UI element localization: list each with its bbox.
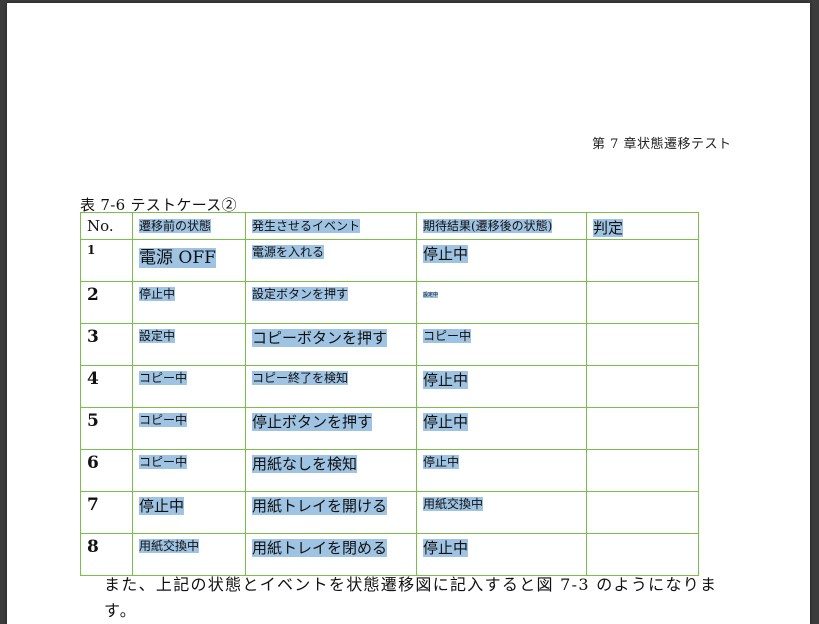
test-case-table: No. 遷移前の状態 発生させるイベント 期待結果(遷移後の状態) 判定 1 電… xyxy=(80,212,699,576)
cell-no: 3 xyxy=(80,323,133,366)
cell-judge xyxy=(586,323,699,366)
cell-judge xyxy=(586,491,699,534)
cell-before-state: 設定中 xyxy=(132,323,246,366)
cell-no: 5 xyxy=(80,407,133,450)
cell-no: 7 xyxy=(80,491,133,534)
header-expected: 期待結果(遷移後の状態) xyxy=(416,212,587,240)
cell-judge xyxy=(586,239,699,282)
table-row: 2 停止中 設定ボタンを押す 設定中 xyxy=(80,281,699,324)
table-row: 3 設定中 コピーボタンを押す コピー中 xyxy=(80,323,699,366)
cell-no: 8 xyxy=(80,533,133,576)
cell-before-state: 停止中 xyxy=(132,491,246,534)
cell-judge xyxy=(586,449,699,492)
cell-expected: 設定中 xyxy=(416,281,587,324)
cell-before-state: 停止中 xyxy=(132,281,246,324)
table-row: 8 用紙交換中 用紙トレイを閉める 停止中 xyxy=(80,533,699,576)
cell-event: 停止ボタンを押す xyxy=(245,407,417,450)
running-header: 第 7 章状態遷移テスト xyxy=(592,137,732,152)
cell-expected: 停止中 xyxy=(416,365,587,408)
document-page: 第 7 章状態遷移テスト 表 7-6 テストケース② No. 遷移前の状態 発生… xyxy=(7,3,810,624)
cell-before-state: 電源 OFF xyxy=(132,239,246,282)
table-row: 4 コピー中 コピー終了を検知 停止中 xyxy=(80,365,699,408)
cell-no: 4 xyxy=(80,365,133,408)
cell-expected: 停止中 xyxy=(416,407,587,450)
cell-expected: 停止中 xyxy=(416,449,587,492)
cell-judge xyxy=(586,281,699,324)
header-judge: 判定 xyxy=(586,212,699,240)
cell-event: 電源を入れる xyxy=(245,239,417,282)
cell-event: 用紙トレイを開ける xyxy=(245,491,417,534)
header-event: 発生させるイベント xyxy=(245,212,417,240)
cell-no: 2 xyxy=(80,281,133,324)
cell-before-state: 用紙交換中 xyxy=(132,533,246,576)
cell-event: 用紙なしを検知 xyxy=(245,449,417,492)
cell-event: 用紙トレイを閉める xyxy=(245,533,417,576)
cell-expected: 用紙交換中 xyxy=(416,491,587,534)
cell-expected: 停止中 xyxy=(416,533,587,576)
cell-event: コピーボタンを押す xyxy=(245,323,417,366)
cell-before-state: コピー中 xyxy=(132,365,246,408)
table-row: 7 停止中 用紙トレイを開ける 用紙交換中 xyxy=(80,491,699,534)
table-row: 5 コピー中 停止ボタンを押す 停止中 xyxy=(80,407,699,450)
cell-before-state: コピー中 xyxy=(132,449,246,492)
cell-no: 6 xyxy=(80,449,133,492)
table-header-row: No. 遷移前の状態 発生させるイベント 期待結果(遷移後の状態) 判定 xyxy=(80,212,699,240)
cell-no: 1 xyxy=(80,239,133,282)
body-paragraph: また、上記の状態とイベントを状態遷移図に記入すると図 7-3 のようになります。 xyxy=(104,575,718,620)
cell-expected: 停止中 xyxy=(416,239,587,282)
cell-before-state: コピー中 xyxy=(132,407,246,450)
table-row: 1 電源 OFF 電源を入れる 停止中 xyxy=(80,239,699,282)
cell-event: コピー終了を検知 xyxy=(245,365,417,408)
cell-judge xyxy=(586,365,699,408)
table-row: 6 コピー中 用紙なしを検知 停止中 xyxy=(80,449,699,492)
header-no: No. xyxy=(80,212,133,240)
cell-judge xyxy=(586,407,699,450)
header-before-state: 遷移前の状態 xyxy=(132,212,246,240)
cell-judge xyxy=(586,533,699,576)
cell-expected: コピー中 xyxy=(416,323,587,366)
cell-event: 設定ボタンを押す xyxy=(245,281,417,324)
